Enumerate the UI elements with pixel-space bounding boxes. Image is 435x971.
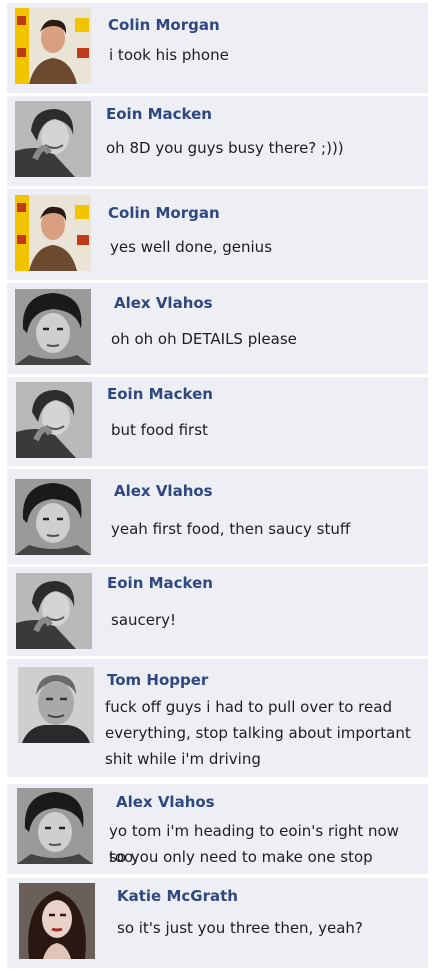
message-line: yeah first food, then saucy stuff [111, 520, 351, 538]
alex-vlahos-avatar[interactable] [17, 788, 93, 864]
sender-name[interactable]: Alex Vlahos [116, 793, 215, 811]
message-card: Colin Morgan yes well done, genius [7, 189, 428, 280]
sender-name[interactable]: Eoin Macken [106, 105, 212, 123]
message-card: Eoin Macken saucery! [7, 567, 428, 656]
sender-name[interactable]: Alex Vlahos [114, 482, 213, 500]
message-line: so it's just you three then, yeah? [117, 919, 363, 937]
message-line: oh oh oh DETAILS please [111, 330, 297, 348]
colin-morgan-avatar[interactable] [15, 8, 91, 84]
tom-hopper-avatar[interactable] [18, 667, 94, 743]
message-card: Alex Vlahos yeah first food, then saucy … [7, 469, 428, 564]
message-line: i took his phone [109, 46, 229, 64]
message-line: but food first [111, 421, 208, 439]
message-card: Alex Vlahos oh oh oh DETAILS please [7, 283, 428, 374]
message-card: Tom Hopper fuck off guys i had to pull o… [7, 659, 428, 777]
message-line: oh 8D you guys busy there? ;))) [106, 139, 344, 157]
sender-name[interactable]: Katie McGrath [117, 887, 238, 905]
message-card: Eoin Macken but food first [7, 377, 428, 466]
message-line: yes well done, genius [110, 238, 273, 256]
sender-name[interactable]: Eoin Macken [107, 385, 213, 403]
colin-morgan-avatar[interactable] [15, 195, 91, 271]
message-card: Eoin Macken oh 8D you guys busy there? ;… [7, 96, 428, 186]
message-line: fuck off guys i had to pull over to read [105, 698, 392, 716]
sender-name[interactable]: Tom Hopper [107, 671, 208, 689]
message-card: Colin Morgan i took his phone [7, 3, 428, 93]
alex-vlahos-avatar[interactable] [15, 289, 91, 365]
sender-name[interactable]: Colin Morgan [108, 204, 220, 222]
katie-mcgrath-avatar[interactable] [19, 883, 95, 959]
sender-name[interactable]: Alex Vlahos [114, 294, 213, 312]
message-line: everything, stop talking about important [105, 724, 411, 742]
message-line: so you only need to make one stop [109, 848, 373, 866]
message-card: Alex Vlahos yo tom i'm heading to eoin's… [7, 784, 428, 874]
alex-vlahos-avatar[interactable] [15, 479, 91, 555]
eoin-macken-avatar[interactable] [16, 382, 92, 458]
eoin-macken-avatar[interactable] [16, 573, 92, 649]
message-line: saucery! [111, 611, 177, 629]
sender-name[interactable]: Colin Morgan [108, 16, 220, 34]
message-line: shit while i'm driving [105, 750, 261, 768]
eoin-macken-avatar[interactable] [15, 101, 91, 177]
sender-name[interactable]: Eoin Macken [107, 574, 213, 592]
message-card: Katie McGrath so it's just you three the… [7, 878, 428, 968]
